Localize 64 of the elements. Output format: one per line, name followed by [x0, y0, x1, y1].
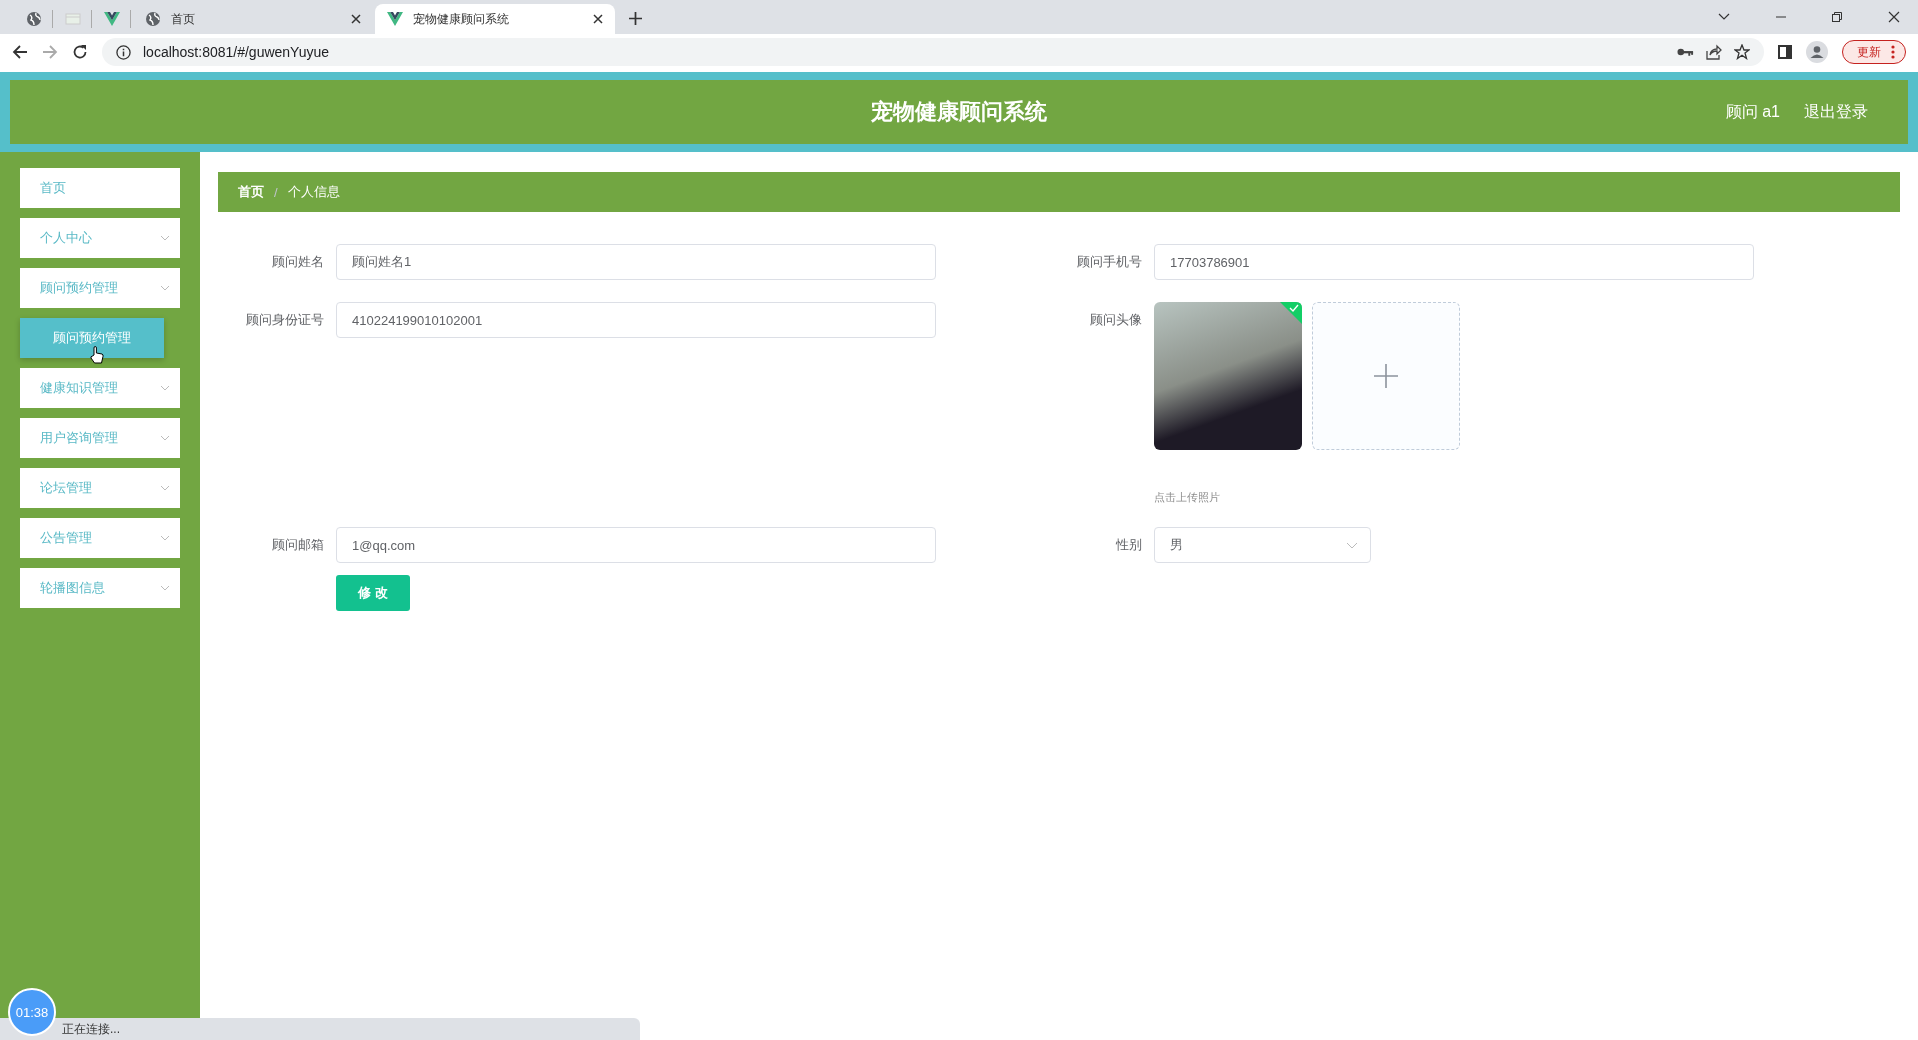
browser-tab[interactable]: 宠物健康顾问系统 — [375, 4, 615, 34]
document-icon — [65, 11, 81, 27]
sidebar-item[interactable]: 论坛管理 — [20, 468, 180, 508]
field-label: 性别 — [1115, 536, 1142, 554]
field-label: 顾问身份证号 — [245, 311, 324, 329]
plus-icon — [1374, 364, 1398, 388]
breadcrumb-item[interactable]: 首页 — [238, 183, 264, 201]
upload-hint: 点击上传照片 — [1154, 490, 1221, 505]
browser-tab[interactable]: 首页 — [133, 4, 373, 34]
input-field[interactable]: 1@qq.com — [336, 527, 936, 563]
restore-icon[interactable] — [1832, 12, 1842, 22]
breadcrumb-item: 个人信息 — [287, 183, 340, 201]
v-logo-icon — [387, 12, 403, 26]
address-bar[interactable]: localhost:8081/#/guwenYuyue — [102, 38, 1764, 66]
field-label: 顾问邮箱 — [271, 536, 324, 554]
new-tab-icon[interactable] — [629, 12, 642, 25]
chevron-down-icon — [160, 485, 170, 491]
chevron-down-icon — [160, 285, 170, 291]
sidebar-item[interactable]: 公告管理 — [20, 518, 180, 558]
update-button[interactable]: 更新 — [1842, 40, 1906, 64]
checkmark-icon — [1280, 302, 1302, 324]
chevron-down-icon — [160, 235, 170, 241]
chevron-down-icon — [160, 585, 170, 591]
user-name: 顾问 a1 — [1725, 101, 1780, 122]
chevron-down-icon — [160, 385, 170, 391]
profile-icon[interactable] — [1806, 41, 1828, 63]
key-icon[interactable] — [1677, 47, 1694, 57]
timer-badge: 01:38 — [8, 988, 56, 1036]
input-field[interactable]: 17703786901 — [1154, 244, 1754, 280]
breadcrumb-separator: / — [274, 184, 278, 200]
sidebar-item[interactable]: 轮播图信息 — [20, 568, 180, 608]
sidebar-item[interactable]: 首页 — [20, 168, 180, 208]
field-label: 顾问姓名 — [271, 253, 324, 271]
globe-icon — [26, 11, 42, 27]
submit-button[interactable]: 修 改 — [336, 575, 410, 611]
side-panel-icon[interactable] — [1778, 45, 1792, 59]
close-icon[interactable] — [593, 14, 603, 24]
submenu-item[interactable]: 顾问预约管理 — [20, 318, 164, 358]
app-title: 宠物健康顾问系统 — [871, 98, 1047, 126]
status-bar: 正在连接... — [0, 1018, 640, 1040]
globe-icon — [145, 11, 161, 27]
star-icon[interactable] — [1734, 44, 1750, 60]
v-logo-icon — [104, 12, 120, 26]
info-icon — [116, 44, 131, 60]
back-arrow-icon[interactable] — [12, 44, 28, 60]
chevron-down-icon — [160, 535, 170, 541]
select-field[interactable]: 男 — [1154, 527, 1371, 563]
close-icon[interactable] — [1888, 11, 1900, 23]
hand-cursor-icon — [90, 346, 104, 364]
chevron-down-icon — [160, 435, 170, 441]
sidebar-item[interactable]: 健康知识管理 — [20, 368, 180, 408]
field-label: 顾问头像 — [1089, 311, 1142, 329]
sidebar-item[interactable]: 用户咨询管理 — [20, 418, 180, 458]
sidebar-item[interactable]: 个人中心 — [20, 218, 180, 258]
share-icon[interactable] — [1706, 44, 1722, 60]
input-field[interactable]: 410224199010102001 — [336, 302, 936, 338]
field-label: 顾问手机号 — [1076, 253, 1142, 271]
close-icon[interactable] — [351, 14, 361, 24]
chevron-down-icon — [1346, 541, 1358, 549]
input-field[interactable]: 顾问姓名1 — [336, 244, 936, 280]
more-vertical-icon — [1891, 45, 1895, 59]
logout-link[interactable]: 退出登录 — [1804, 101, 1868, 123]
reload-icon[interactable] — [72, 44, 88, 60]
chevron-down-icon[interactable] — [1718, 13, 1730, 21]
